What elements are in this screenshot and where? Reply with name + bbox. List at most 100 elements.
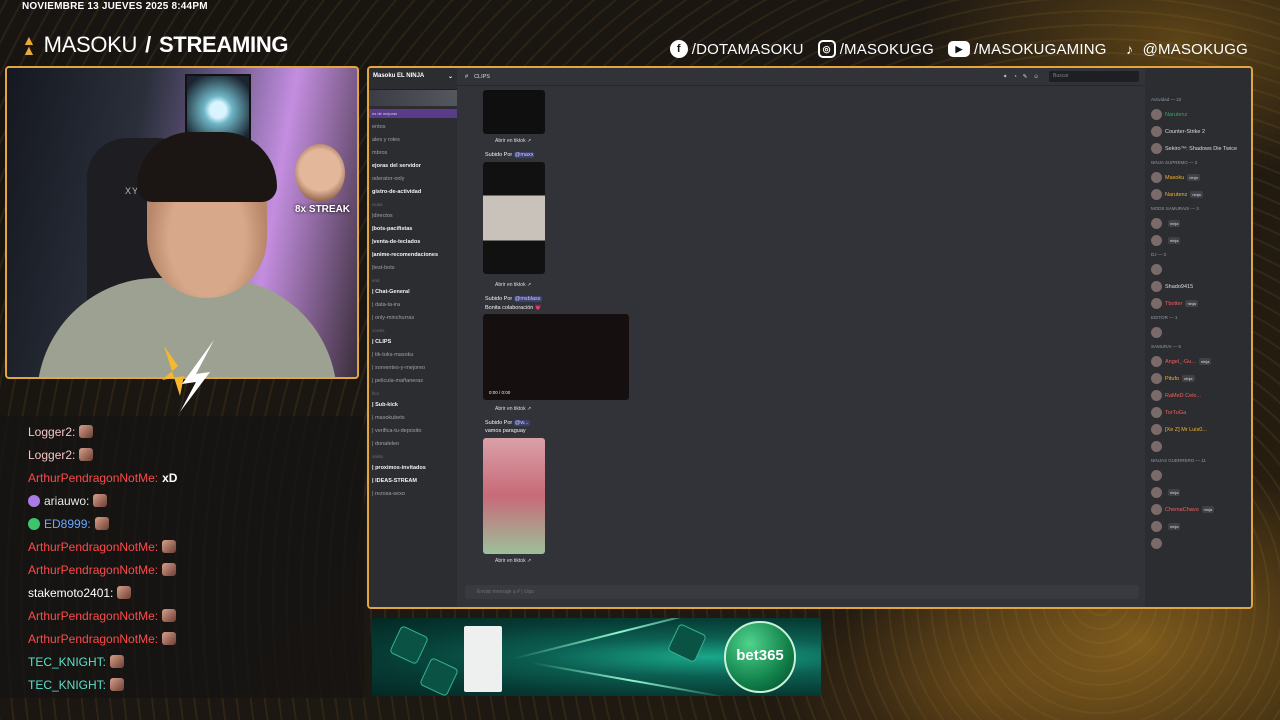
member-item[interactable] — [1151, 324, 1247, 341]
emote-icon — [117, 586, 132, 599]
discord-member-list: Actividad — 22 Narutenz Counter-Strike 2 Se… — [1145, 68, 1251, 607]
tiktok-video-thumbnail[interactable] — [483, 438, 545, 554]
channel-item[interactable]: | data-ta-ira — [369, 299, 457, 312]
chat-panel: Logger2: Logger2: ArthurPendragonNotMe: xD a… — [0, 416, 364, 698]
channel-item[interactable]: | only-minchurras — [369, 312, 457, 325]
channel-item[interactable]: | pelicula-mañaneras — [369, 375, 457, 388]
chat-username[interactable]: TEC_KNIGHT: — [28, 655, 106, 669]
user-mention[interactable]: @msblass — [513, 296, 542, 302]
channel-item[interactable]: |directos — [369, 210, 457, 223]
chat-username[interactable]: Logger2: — [28, 448, 75, 462]
channel-item[interactable]: ejoras del servidor — [369, 160, 457, 173]
chat-message: TEC_KNIGHT: — [28, 673, 364, 696]
member-item[interactable] — [1151, 438, 1247, 455]
discord-channel-sidebar[interactable]: Masoku EL NINJA ⌄ es de mejoras entos ale… — [369, 68, 457, 607]
channel-category[interactable]: onido — [369, 451, 457, 462]
member-item[interactable]: RaMeD Celo... — [1151, 387, 1247, 404]
member-item[interactable]: Shado9415 — [1151, 278, 1247, 295]
chat-username[interactable]: ArthurPendragonNotMe: — [28, 563, 158, 577]
member-item[interactable] — [1151, 261, 1247, 278]
tiktok-video-thumbnail[interactable] — [483, 162, 545, 274]
discord-window[interactable]: Masoku EL NINJA ⌄ es de mejoras entos ale… — [367, 66, 1253, 609]
open-tiktok-link[interactable]: Abrir en tiktok ↗ — [495, 138, 531, 144]
channel-item[interactable]: | Sub-kick — [369, 399, 457, 412]
member-item[interactable]: Masoku ninja — [1151, 169, 1247, 186]
channel-item[interactable]: | verifica-tu-deposito — [369, 425, 457, 438]
channel-item[interactable]: | CLIPS — [369, 336, 457, 349]
chat-username[interactable]: ArthurPendragonNotMe: — [28, 632, 158, 646]
open-tiktok-link[interactable]: Abrir en tiktok ↗ — [495, 558, 531, 564]
channel-category[interactable]: eral — [369, 275, 457, 286]
channel-item[interactable]: | proximos-invitados — [369, 462, 457, 475]
chat-message: ArthurPendragonNotMe: xD — [28, 466, 364, 489]
facebook-icon: f — [669, 40, 688, 58]
member-item[interactable]: ninja — [1151, 215, 1247, 232]
channel-item[interactable]: | Chat-General — [369, 286, 457, 299]
member-item[interactable]: Sekiro™: Shadows Die Twice — [1151, 140, 1247, 157]
member-item[interactable]: ninja — [1151, 232, 1247, 249]
role-tag: ninja — [1168, 220, 1181, 227]
member-item[interactable]: ninja — [1151, 484, 1247, 501]
channel-item[interactable]: |anime-recomendaciones — [369, 249, 457, 262]
member-item[interactable]: Narutenz — [1151, 106, 1247, 123]
chat-username[interactable]: ArthurPendragonNotMe: — [28, 471, 158, 485]
channel-item[interactable]: | IDEAS-STREAM — [369, 475, 457, 488]
threads-icon[interactable]: ✦ — [1003, 74, 1008, 80]
channel-item[interactable]: gistro-de-actividad — [369, 186, 457, 199]
tiktok-video-thumbnail[interactable] — [483, 90, 545, 134]
chat-username[interactable]: TEC_KNIGHT: — [28, 678, 106, 692]
member-item[interactable]: Pitufo ninja — [1151, 370, 1247, 387]
emote-icon — [110, 655, 125, 668]
bell-icon[interactable]: ◔ — [1013, 74, 1016, 80]
member-item[interactable]: Tbotter ninja — [1151, 295, 1247, 312]
member-item[interactable]: Angel_-Gu... ninja — [1151, 353, 1247, 370]
member-item[interactable]: ChemaChavo ninja — [1151, 501, 1247, 518]
channel-item[interactable]: | rezosa-sexo — [369, 488, 457, 501]
channel-item[interactable]: |test-bots — [369, 262, 457, 275]
channel-item[interactable]: | masokubets — [369, 412, 457, 425]
boost-bar[interactable]: es de mejoras — [369, 109, 457, 118]
open-tiktok-link[interactable]: Abrir en tiktok ↗ — [495, 282, 531, 288]
emote-icon — [162, 540, 177, 553]
chat-username[interactable]: ArthurPendragonNotMe: — [28, 540, 158, 554]
member-name: Counter-Strike 2 — [1165, 128, 1206, 135]
avatar — [1151, 281, 1162, 292]
channel-item[interactable]: | tik-toks-masoku — [369, 349, 457, 362]
message-input[interactable]: Enviar mensaje a # | clips — [465, 585, 1139, 599]
channel-category[interactable]: ncias — [369, 199, 457, 210]
uploaded-label: Subido Por — [485, 296, 513, 302]
channel-category[interactable]: ccesis — [369, 325, 457, 336]
social-youtube: ▶ /MASOKUGAMING — [948, 41, 1107, 58]
channel-item[interactable]: |venta-de-teclados — [369, 236, 457, 249]
channel-category[interactable]: fico — [369, 388, 457, 399]
channel-item[interactable]: entos — [369, 121, 457, 134]
open-tiktok-link[interactable]: Abrir en tiktok ↗ — [495, 406, 531, 412]
chat-username[interactable]: stakemoto2401: — [28, 586, 113, 600]
member-item[interactable]: TorTuGa — [1151, 404, 1247, 421]
chat-username[interactable]: ED8999: — [44, 517, 91, 531]
member-item[interactable]: ninja — [1151, 518, 1247, 535]
video-player[interactable] — [483, 314, 629, 400]
channel-item[interactable]: |bots-pacifistas — [369, 223, 457, 236]
member-item[interactable]: Narutenz ninja — [1151, 186, 1247, 203]
channel-item[interactable]: ales y roles — [369, 134, 457, 147]
member-item[interactable]: Counter-Strike 2 — [1151, 123, 1247, 140]
channel-item[interactable]: mbros — [369, 147, 457, 160]
members-icon[interactable]: ☺ — [1033, 74, 1039, 80]
channel-item[interactable]: | donateleo — [369, 438, 457, 451]
member-item[interactable]: [Xe Z] Mr Luis0... — [1151, 421, 1247, 438]
user-mention[interactable]: @w... — [513, 420, 530, 426]
channel-item[interactable]: | sorventes-y-mejoreo — [369, 362, 457, 375]
pin-icon[interactable]: ✎ — [1023, 74, 1028, 80]
chat-username[interactable]: ArthurPendragonNotMe: — [28, 609, 158, 623]
chat-username[interactable]: ariauwo: — [44, 494, 89, 508]
search-input[interactable]: Buscar — [1049, 71, 1139, 82]
member-item[interactable] — [1151, 467, 1247, 484]
sponsor-banner[interactable]: bet365 — [372, 618, 821, 696]
discord-server-header[interactable]: Masoku EL NINJA ⌄ — [369, 68, 457, 90]
chat-username[interactable]: Logger2: — [28, 425, 75, 439]
channel-item[interactable]: oderator-only — [369, 173, 457, 186]
user-mention[interactable]: @maxx — [513, 152, 535, 158]
message-uploaded: Subido Por @msblass — [485, 296, 542, 302]
member-item[interactable] — [1151, 535, 1247, 552]
